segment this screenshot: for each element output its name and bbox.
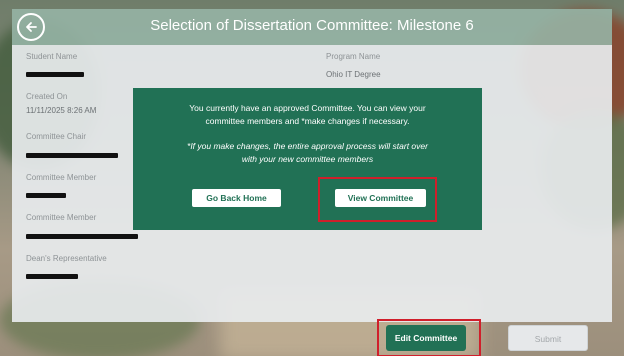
committee-member-redacted xyxy=(26,234,138,239)
page-header: Selection of Dissertation Committee: Mil… xyxy=(12,9,612,45)
program-name-value: Ohio IT Degree xyxy=(326,70,381,79)
committee-chair-label: Committee Chair xyxy=(26,132,87,141)
committee-member-label: Committee Member xyxy=(26,173,97,182)
dialog-warning-line: *If you make changes, the entire approva… xyxy=(187,141,428,151)
edit-committee-highlight xyxy=(377,319,481,356)
committee-member-label: Committee Member xyxy=(26,213,97,222)
created-on-value: 11/11/2025 8:26 AM xyxy=(26,106,97,115)
view-committee-highlight xyxy=(318,177,437,222)
program-name-label: Program Name xyxy=(326,52,381,61)
committee-member-redacted xyxy=(26,193,66,198)
page-title: Selection of Dissertation Committee: Mil… xyxy=(150,17,474,34)
dialog-message-line: You currently have an approved Committee… xyxy=(189,103,426,113)
dialog-message: You currently have an approved Committee… xyxy=(133,102,482,128)
created-on-label: Created On xyxy=(26,92,68,101)
student-name-label: Student Name xyxy=(26,52,78,61)
dialog-warning-line: with your new committee members xyxy=(241,154,374,164)
dialog-message-line: committee members and *make changes if n… xyxy=(205,116,410,126)
dialog-warning: *If you make changes, the entire approva… xyxy=(133,140,482,166)
deans-representative-label: Dean's Representative xyxy=(26,254,107,263)
committee-chair-redacted xyxy=(26,153,118,158)
deans-representative-redacted xyxy=(26,274,78,279)
go-back-home-button[interactable]: Go Back Home xyxy=(192,189,281,207)
student-name-redacted xyxy=(26,72,84,77)
submit-button[interactable]: Submit xyxy=(508,325,588,351)
